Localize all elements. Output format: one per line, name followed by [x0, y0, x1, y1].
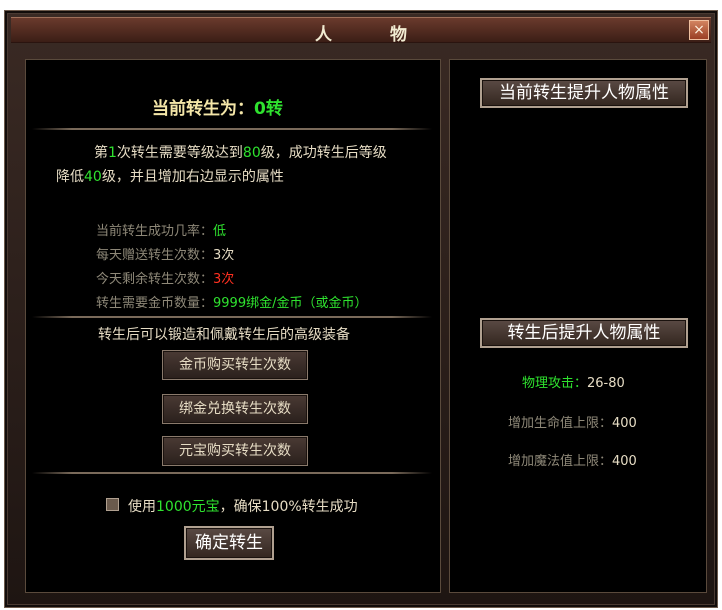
guarantee-checkbox[interactable] — [106, 498, 119, 511]
divider — [32, 472, 432, 474]
rebirth-panel: 当前转生为：0转 第1次转生需要等级达到80级，成功转生后等级 降低40级，并且… — [25, 59, 441, 593]
after-rebirth-attributes-header: 转生后提升人物属性 — [480, 318, 688, 348]
current-attributes-header: 当前转生提升人物属性 — [480, 78, 688, 108]
current-rebirth-label: 当前转生为： — [152, 99, 254, 119]
equip-note: 转生后可以锻造和佩戴转生后的高级装备 — [98, 327, 350, 343]
attr-max-mp: 增加魔法值上限：400 — [508, 454, 637, 469]
title-bar[interactable]: 人 物 × — [11, 17, 711, 45]
divider — [32, 316, 432, 318]
guarantee-label: 使用1000元宝，确保100%转生成功 — [128, 499, 358, 515]
requirement-line-2: 降低40级，并且增加右边显示的属性 — [56, 169, 284, 185]
close-icon: × — [693, 22, 705, 38]
confirm-rebirth-button[interactable]: 确定转生 — [184, 526, 274, 560]
stat-success-rate: 当前转生成功几率：低 — [96, 224, 227, 239]
requirement-line-1: 第1次转生需要等级达到80级，成功转生后等级 — [94, 145, 387, 161]
close-button[interactable]: × — [689, 20, 709, 40]
divider — [32, 128, 432, 130]
attributes-panel: 当前转生提升人物属性 转生后提升人物属性 物理攻击：26-80 增加生命值上限：… — [449, 59, 707, 593]
stat-remaining-today: 今天剩余转生次数：3次 — [96, 272, 235, 287]
attr-physical-attack: 物理攻击：26-80 — [522, 376, 625, 391]
window-title: 人 物 — [315, 25, 433, 45]
stat-gold-required: 转生需要金币数量：9999绑金/金币（或金币） — [96, 296, 368, 311]
stat-daily-gift: 每天赠送转生次数：3次 — [96, 248, 235, 263]
current-rebirth: 当前转生为：0转 — [152, 94, 283, 119]
character-window: 人 物 × 当前转生为：0转 第1次转生需要等级达到80级，成功转生后等级 降低… — [4, 10, 718, 608]
attr-max-hp: 增加生命值上限：400 — [508, 416, 637, 431]
current-rebirth-value: 0转 — [254, 99, 283, 119]
exchange-bound-gold-button[interactable]: 绑金兑换转生次数 — [162, 394, 308, 424]
buy-with-yuanbao-button[interactable]: 元宝购买转生次数 — [162, 436, 308, 466]
buy-with-gold-button[interactable]: 金币购买转生次数 — [162, 350, 308, 380]
